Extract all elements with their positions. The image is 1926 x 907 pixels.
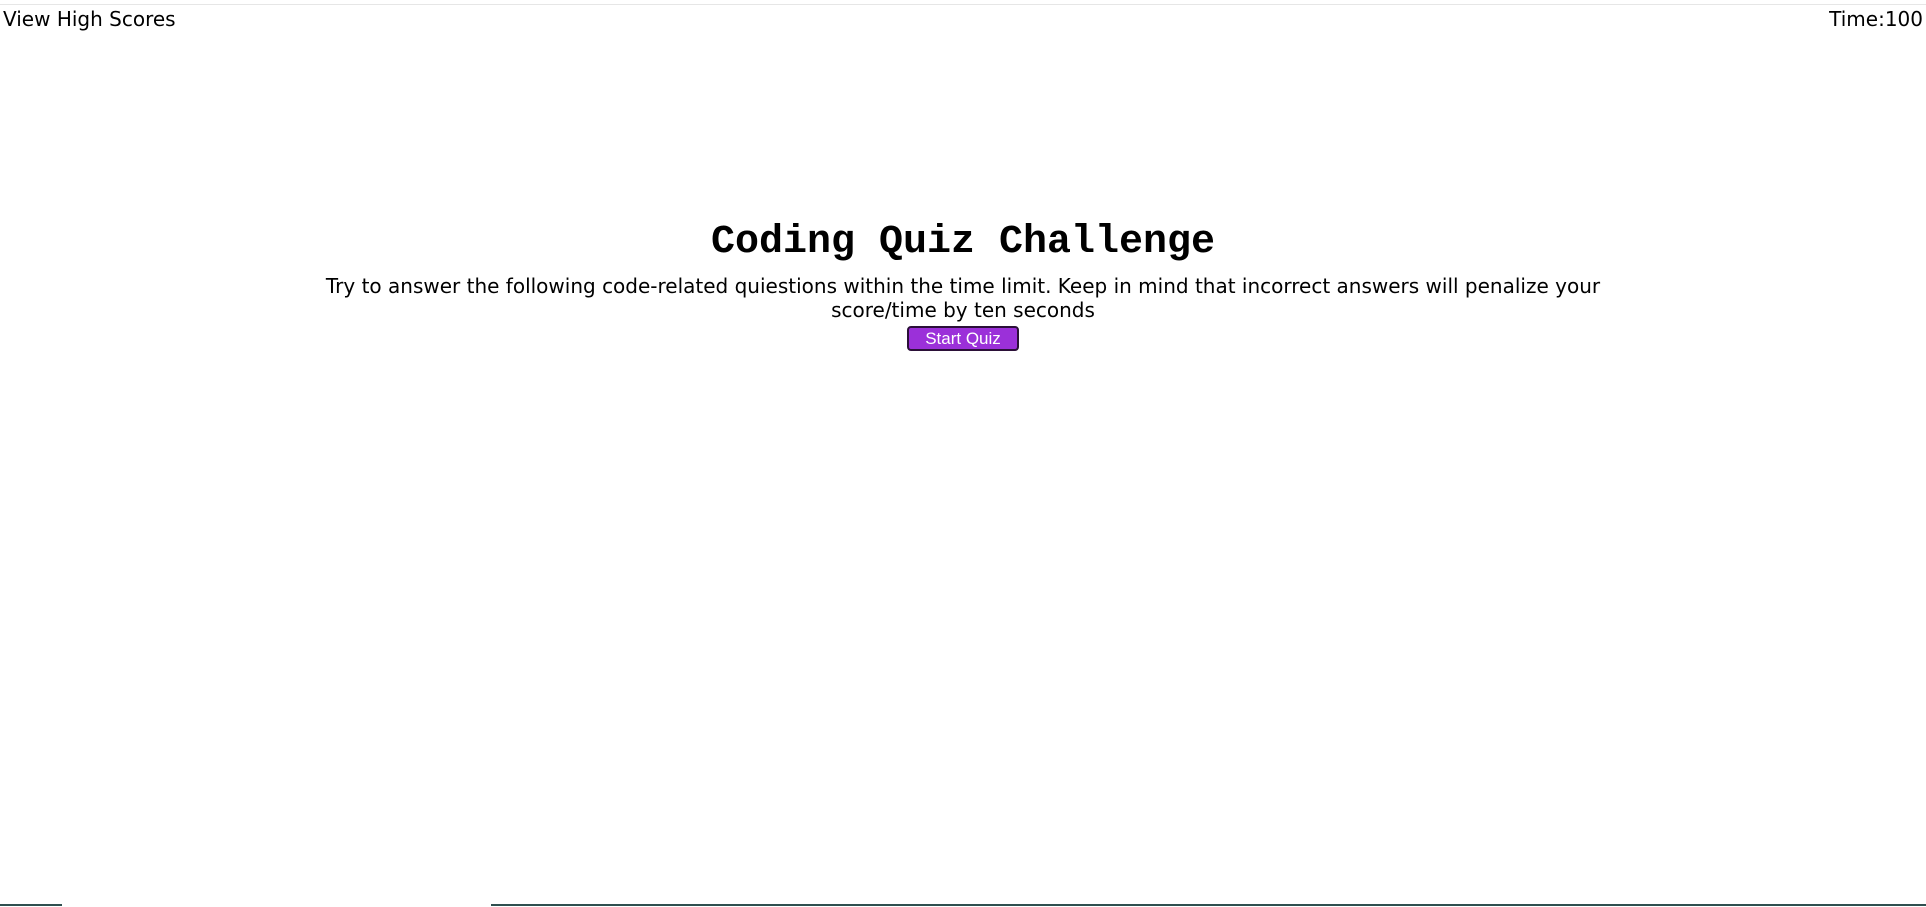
quiz-instructions: Try to answer the following code-related… [325, 274, 1601, 322]
start-quiz-button[interactable]: Start Quiz [907, 326, 1019, 351]
bottom-edge-segment [491, 904, 1926, 906]
timer-label: Time: [1829, 7, 1885, 31]
timer-value: 100 [1884, 7, 1923, 31]
timer-display: Time:100 [1829, 6, 1923, 32]
quiz-intro-section: Coding Quiz Challenge Try to answer the … [0, 218, 1926, 351]
page-title: Coding Quiz Challenge [710, 220, 1216, 265]
bottom-edge-segment [0, 904, 62, 906]
page-header: View High Scores Time:100 [0, 5, 1926, 31]
view-high-scores-link[interactable]: View High Scores [3, 6, 176, 32]
